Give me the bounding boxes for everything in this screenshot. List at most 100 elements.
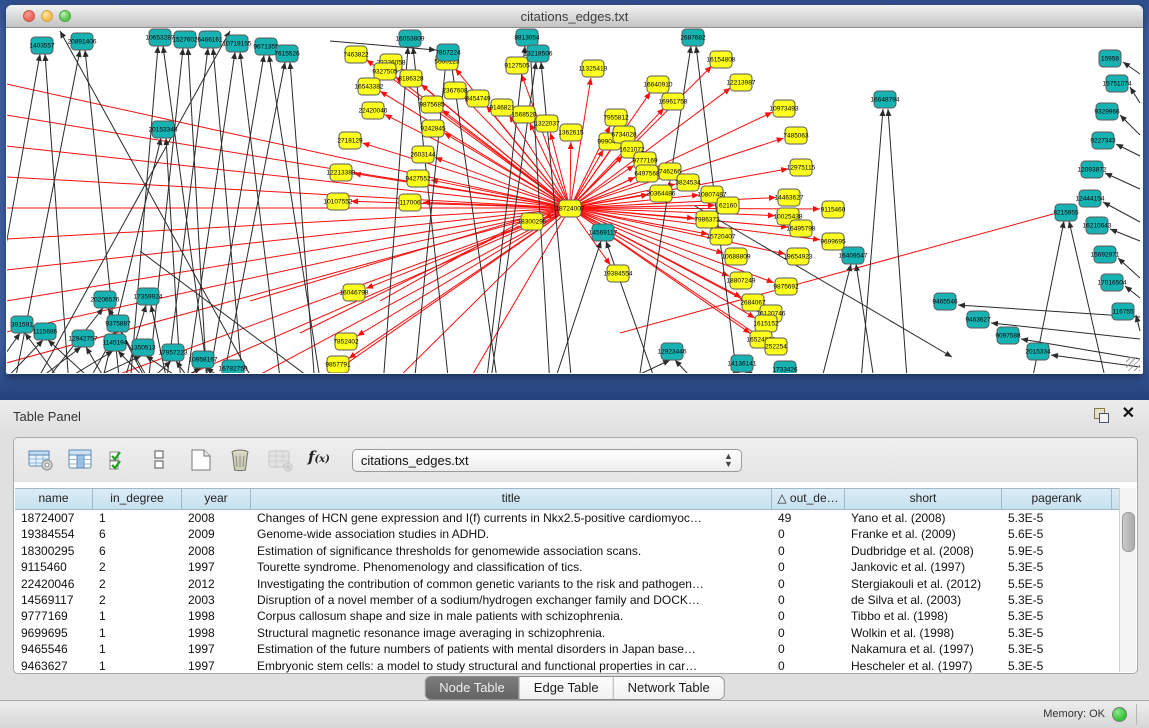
- table-cell[interactable]: 1: [93, 625, 182, 641]
- table-cell[interactable]: 2008: [182, 543, 251, 559]
- table-cell[interactable]: Tourette syndrome. Phenomenology and cla…: [251, 559, 772, 575]
- edge[interactable]: [7, 142, 570, 208]
- table-cell[interactable]: 0: [772, 658, 845, 674]
- graph-node-yellow[interactable]: 16543382: [355, 78, 384, 95]
- edge[interactable]: [1103, 202, 1140, 222]
- scrollbar-thumb[interactable]: [1122, 512, 1135, 552]
- graph-node-yellow[interactable]: 2718129: [337, 132, 363, 149]
- table-cell[interactable]: 1: [93, 608, 182, 624]
- graph-node-yellow[interactable]: 7955812: [603, 109, 629, 126]
- table-cell[interactable]: 6: [93, 526, 182, 542]
- graph-node-yellow[interactable]: 15720407: [707, 228, 736, 245]
- graph-node-yellow[interactable]: 9242845: [420, 120, 446, 137]
- graph-node-yellow[interactable]: 22420046: [359, 102, 388, 119]
- graph-node-yellow[interactable]: 19654923: [784, 248, 813, 265]
- graph-node-yellow[interactable]: 9427552: [405, 170, 431, 187]
- graph-node-teal[interactable]: 17957223: [159, 344, 188, 361]
- graph-node-teal[interactable]: 8215955: [1053, 204, 1079, 221]
- function-builder-icon[interactable]: f(x): [308, 448, 330, 472]
- table-cell[interactable]: 9699695: [15, 625, 93, 641]
- table-cell[interactable]: 9777169: [15, 608, 93, 624]
- edge[interactable]: [151, 305, 168, 373]
- column-header-name[interactable]: name: [15, 489, 93, 509]
- graph-node-yellow[interactable]: 12213383: [327, 164, 356, 181]
- table-cell[interactable]: Estimation of the future numbers of pati…: [251, 641, 772, 657]
- table-cell[interactable]: 49: [772, 510, 845, 526]
- graph-node-yellow[interactable]: 10107552: [324, 193, 353, 210]
- column-header-out_de[interactable]: △ out_de…: [772, 489, 845, 509]
- graph-node-yellow[interactable]: 252254: [765, 338, 787, 355]
- table-cell[interactable]: 1997: [182, 641, 251, 657]
- table-cell[interactable]: 18300295: [15, 543, 93, 559]
- table-cell[interactable]: 14569117: [15, 592, 93, 608]
- table-cell[interactable]: 22420046: [15, 576, 93, 592]
- graph-node-yellow[interactable]: 2603144: [410, 146, 436, 163]
- table-selector-dropdown[interactable]: citations_edges.txt ▲▼: [352, 449, 742, 472]
- table-cell[interactable]: 2003: [182, 592, 251, 608]
- table-row[interactable]: 946554611997Estimation of the future num…: [15, 641, 1120, 657]
- table-cell[interactable]: Tibbo et al. (1998): [845, 608, 1002, 624]
- graph-node-yellow[interactable]: 8454749: [465, 90, 491, 107]
- graph-node-teal[interactable]: 1733426: [772, 361, 798, 373]
- graph-node-yellow[interactable]: 1615152: [753, 315, 779, 332]
- edge[interactable]: [1116, 144, 1140, 156]
- table-cell[interactable]: 9463627: [15, 658, 93, 674]
- graph-node-yellow[interactable]: 9875685: [419, 96, 445, 113]
- table-cell[interactable]: 0: [772, 625, 845, 641]
- new-table-icon[interactable]: [188, 448, 214, 472]
- table-cell[interactable]: Estimation of significance thresholds fo…: [251, 543, 772, 559]
- graph-node-yellow[interactable]: 19384554: [604, 265, 633, 282]
- graph-node-yellow[interactable]: 20364486: [647, 185, 676, 202]
- table-row[interactable]: 969969511998Structural magnetic resonanc…: [15, 625, 1120, 641]
- graph-node-yellow[interactable]: 16640910: [644, 76, 673, 93]
- graph-node-yellow[interactable]: 18807249: [727, 272, 756, 289]
- column-header-short[interactable]: short: [845, 489, 1002, 509]
- edge[interactable]: [1130, 87, 1140, 103]
- graph-node-teal[interactable]: 7615526: [274, 45, 300, 62]
- table-row[interactable]: 1872400712008Changes of HCN gene express…: [15, 510, 1120, 526]
- graph-node-teal[interactable]: 9375887: [105, 315, 131, 332]
- graph-node-teal[interactable]: 391591: [11, 316, 33, 333]
- graph-node-teal[interactable]: 7857224: [435, 44, 461, 61]
- column-header-year[interactable]: year: [182, 489, 251, 509]
- graph-node-yellow[interactable]: 9875692: [773, 278, 799, 295]
- graph-node-teal[interactable]: 1115686: [33, 323, 58, 340]
- table-cell[interactable]: 0: [772, 576, 845, 592]
- table-cell[interactable]: 2012: [182, 576, 251, 592]
- table-cell[interactable]: 9465546: [15, 641, 93, 657]
- table-cell[interactable]: 18724007: [15, 510, 93, 526]
- graph-node-yellow[interactable]: 8186328: [398, 70, 424, 87]
- graph-node-teal[interactable]: 15958: [1099, 50, 1121, 67]
- edge[interactable]: [1125, 286, 1140, 298]
- edge[interactable]: [188, 48, 207, 373]
- edge[interactable]: [1110, 229, 1140, 241]
- table-row[interactable]: 977716911998Corpus callosum shape and si…: [15, 608, 1120, 624]
- graph-node-teal[interactable]: 10653287: [146, 29, 175, 46]
- table-vertical-scrollbar[interactable]: [1119, 488, 1136, 672]
- table-cell[interactable]: 5.3E-5: [1002, 592, 1112, 608]
- graph-node-teal[interactable]: 10719155: [223, 35, 252, 52]
- edge[interactable]: [7, 208, 570, 241]
- table-cell[interactable]: 1: [93, 641, 182, 657]
- table-cell[interactable]: de Silva et al. (2003): [845, 592, 1002, 608]
- citation-network-graph[interactable]: 1872400774638222222605856601239127505932…: [7, 28, 1142, 373]
- graph-node-yellow[interactable]: 1568520: [511, 106, 537, 123]
- graph-node-yellow[interactable]: 12213987: [727, 74, 756, 91]
- table-cell[interactable]: 5.3E-5: [1002, 625, 1112, 641]
- graph-node-teal[interactable]: 9227343: [1090, 132, 1116, 149]
- edge[interactable]: [240, 52, 281, 373]
- delete-trash-icon[interactable]: [228, 448, 254, 472]
- graph-node-yellow[interactable]: 117006: [399, 194, 421, 211]
- edge[interactable]: [1105, 173, 1140, 189]
- edge[interactable]: [820, 264, 851, 373]
- table-cell[interactable]: 9115460: [15, 559, 93, 575]
- column-header-in_degree[interactable]: in_degree: [93, 489, 182, 509]
- graph-node-yellow[interactable]: 9699695: [820, 233, 846, 250]
- graph-node-teal[interactable]: 16210643: [1083, 217, 1112, 234]
- graph-node-yellow[interactable]: 11325419: [579, 60, 608, 77]
- graph-node-yellow[interactable]: 2367608: [442, 82, 468, 99]
- table-cell[interactable]: 0: [772, 543, 845, 559]
- graph-node-yellow[interactable]: 7463822: [343, 46, 369, 63]
- table-cell[interactable]: Disruption of a novel member of a sodium…: [251, 592, 772, 608]
- graph-node-yellow[interactable]: 16961758: [659, 93, 688, 110]
